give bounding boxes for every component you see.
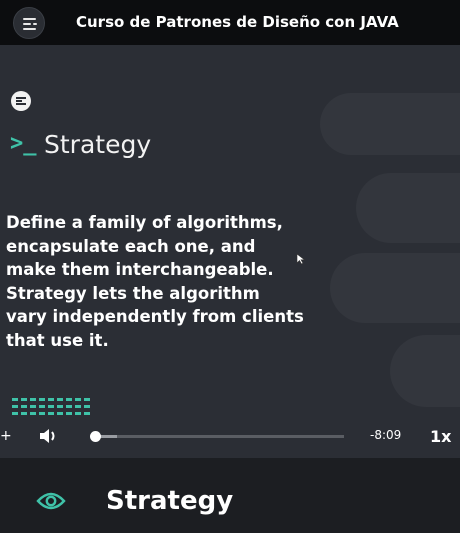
mouse-cursor-icon bbox=[296, 253, 306, 265]
decorative-pill bbox=[356, 173, 460, 243]
progress-handle[interactable] bbox=[89, 431, 101, 442]
playback-speed-button[interactable]: 1x bbox=[430, 427, 451, 446]
decorative-pill bbox=[320, 93, 460, 155]
eye-icon[interactable] bbox=[36, 491, 66, 511]
list-menu-icon bbox=[11, 91, 31, 111]
decorative-pill bbox=[330, 253, 460, 323]
course-title: Curso de Patrones de Diseño con JAVA bbox=[76, 13, 399, 31]
video-player[interactable]: >_ Strategy Define a family of algorithm… bbox=[0, 45, 460, 458]
decorative-pill bbox=[390, 335, 460, 407]
player-controls: + -8:09 1x bbox=[0, 420, 460, 454]
terminal-prompt: >_ bbox=[10, 131, 37, 156]
slide-heading: Strategy bbox=[44, 130, 152, 159]
list-menu-icon[interactable] bbox=[13, 7, 45, 39]
code-decoration bbox=[12, 398, 92, 419]
slide-description: Define a family of algorithms, encapsula… bbox=[6, 213, 304, 350]
lesson-bar: Strategy bbox=[0, 458, 460, 533]
lesson-title: Strategy bbox=[106, 486, 234, 516]
time-remaining: -8:09 bbox=[370, 428, 402, 442]
volume-icon[interactable] bbox=[38, 427, 60, 445]
seek-icon[interactable]: + bbox=[0, 428, 12, 444]
progress-track[interactable] bbox=[92, 435, 344, 438]
app-header: Curso de Patrones de Diseño con JAVA bbox=[0, 0, 460, 45]
